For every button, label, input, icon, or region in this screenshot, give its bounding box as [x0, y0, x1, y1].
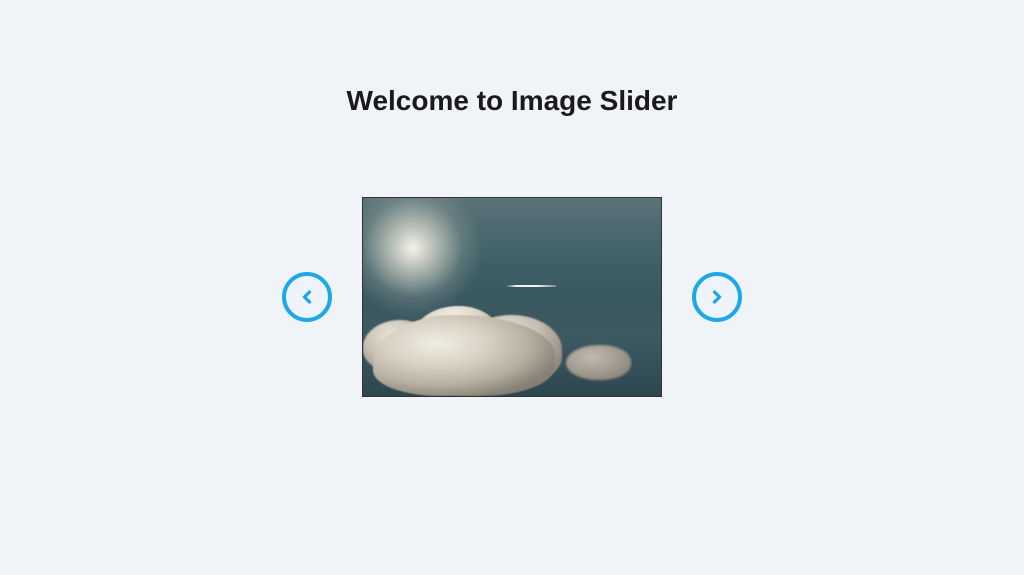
image-slider — [282, 197, 742, 397]
page-title: Welcome to Image Slider — [347, 85, 678, 117]
chevron-right-icon — [707, 287, 727, 307]
previous-button[interactable] — [282, 272, 332, 322]
next-button[interactable] — [692, 272, 742, 322]
slider-image — [362, 197, 662, 397]
chevron-left-icon — [297, 287, 317, 307]
